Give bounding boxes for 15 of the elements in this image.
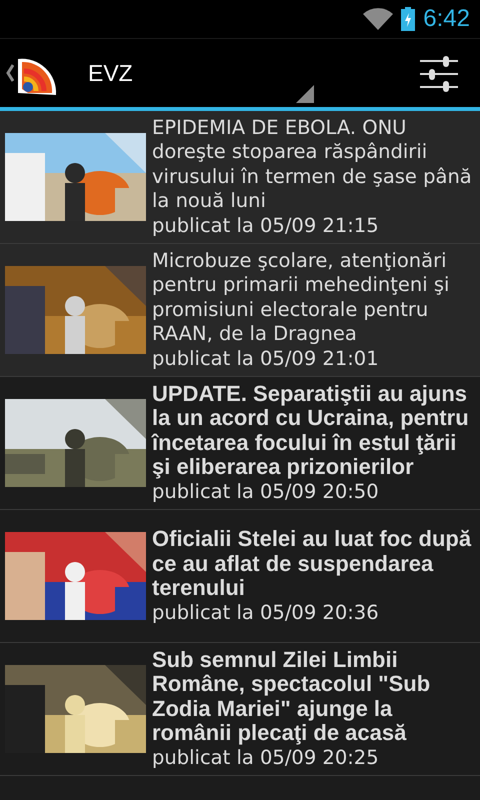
- publish-date: publicat la 05/09 21:15: [152, 214, 380, 238]
- article-title[interactable]: Oficialii Stelei au luat foc după ce au aflat de suspendarea terenului: [152, 527, 474, 600]
- back-caret-icon[interactable]: [6, 64, 14, 82]
- app-title[interactable]: EVZ: [88, 40, 133, 106]
- publish-date: publicat la 05/09 21:01: [152, 346, 380, 372]
- article-title[interactable]: UPDATE. Separatiştii au ajuns la un acord cu Ucraina, pentru încetarea focului în estul ţării şi eliberarea prizonierilor: [152, 382, 474, 480]
- publish-date: publicat la 05/09 20:36: [152, 600, 380, 625]
- clock: 6:42: [423, 5, 470, 33]
- dropdown-corner-icon[interactable]: [296, 85, 314, 103]
- article-title[interactable]: Sub semnul Zilei Limbii Române, spectacolul "Sub Zodia Mariei" ajunge la românii plecaţi de acasă: [152, 648, 474, 746]
- wifi-icon: [363, 8, 394, 30]
- publish-date: publicat la 05/09 20:50: [152, 480, 380, 504]
- battery-icon: [401, 7, 416, 31]
- publish-date: publicat la 05/09 20:25: [152, 746, 380, 770]
- settings-sliders-icon[interactable]: [420, 56, 458, 92]
